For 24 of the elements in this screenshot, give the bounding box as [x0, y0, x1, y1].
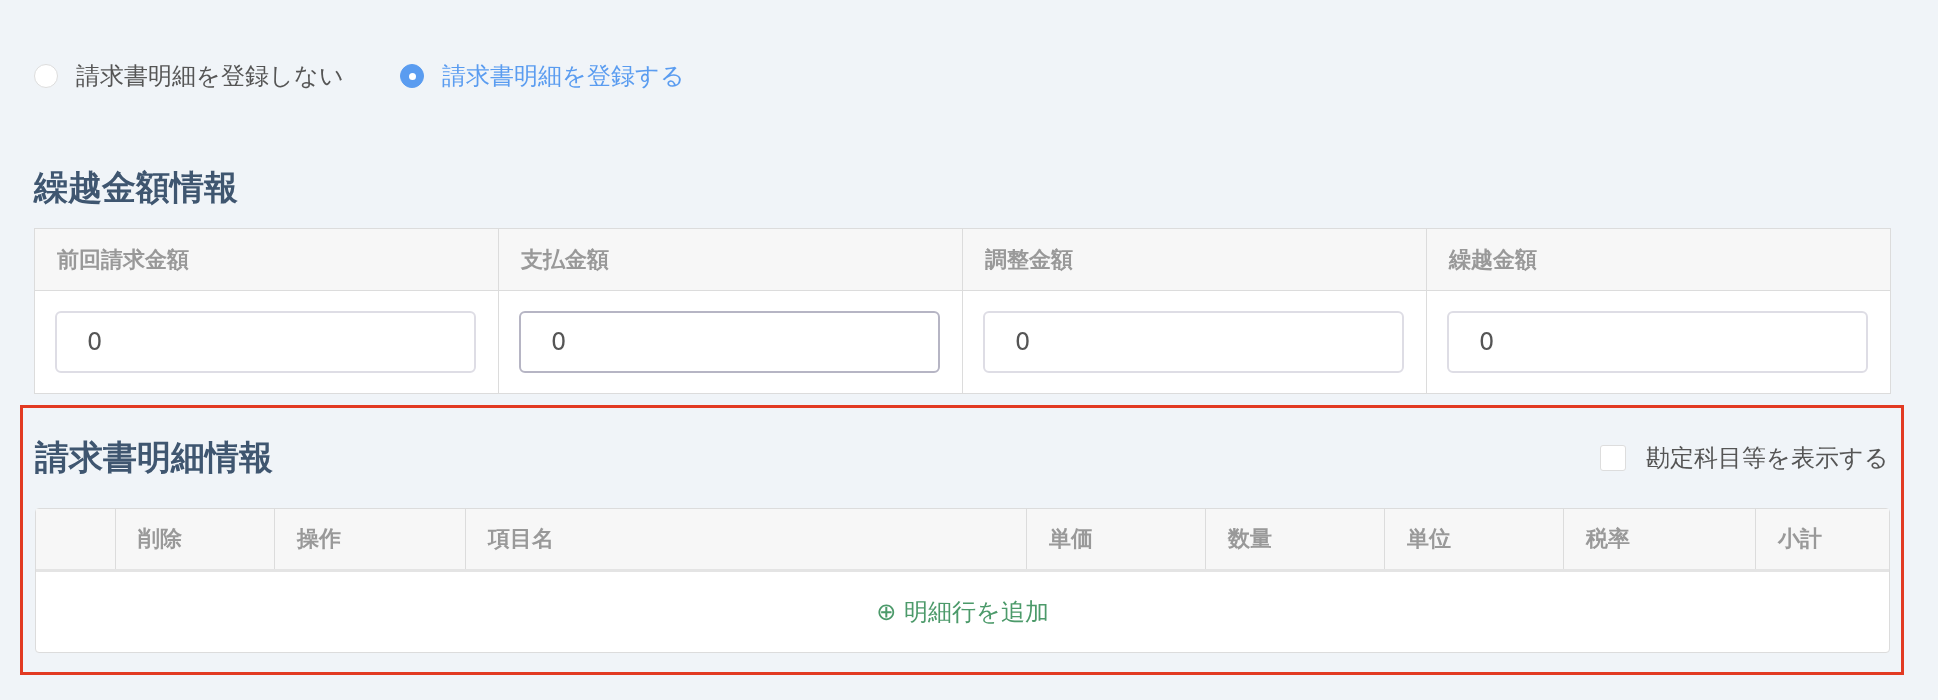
- column-header: 単位: [1385, 509, 1564, 569]
- section-title: 請求書明細情報: [35, 436, 273, 479]
- column-header: 単価: [1027, 509, 1206, 569]
- column-header: 数量: [1206, 509, 1385, 569]
- column-header: 操作: [275, 509, 466, 569]
- checkbox[interactable]: [1600, 445, 1626, 471]
- column-header: 小計: [1776, 525, 1823, 553]
- section-title: 繰越金額情報: [34, 166, 239, 209]
- radio-label: 請求書明細を登録する: [442, 61, 685, 92]
- column-header: 項目名: [466, 509, 1027, 569]
- column-header: 前回請求金額: [35, 229, 498, 291]
- amount-input[interactable]: 0: [519, 311, 940, 373]
- column-header: 繰越金額: [1427, 229, 1890, 291]
- amount-input[interactable]: 0: [55, 311, 476, 373]
- column-header: 支払金額: [499, 229, 962, 291]
- radio-button[interactable]: [400, 64, 424, 88]
- amount-input[interactable]: 0: [983, 311, 1404, 373]
- column-header: 削除: [116, 509, 275, 569]
- amount-input[interactable]: 0: [1447, 311, 1868, 373]
- radio-option[interactable]: 請求書明細を登録しない: [34, 60, 344, 92]
- checkbox-label: 勘定科目等を表示する: [1646, 443, 1889, 474]
- column-header: 調整金額: [963, 229, 1426, 291]
- column-header: 税率: [1564, 509, 1756, 569]
- radio-label: 請求書明細を登録しない: [76, 61, 344, 92]
